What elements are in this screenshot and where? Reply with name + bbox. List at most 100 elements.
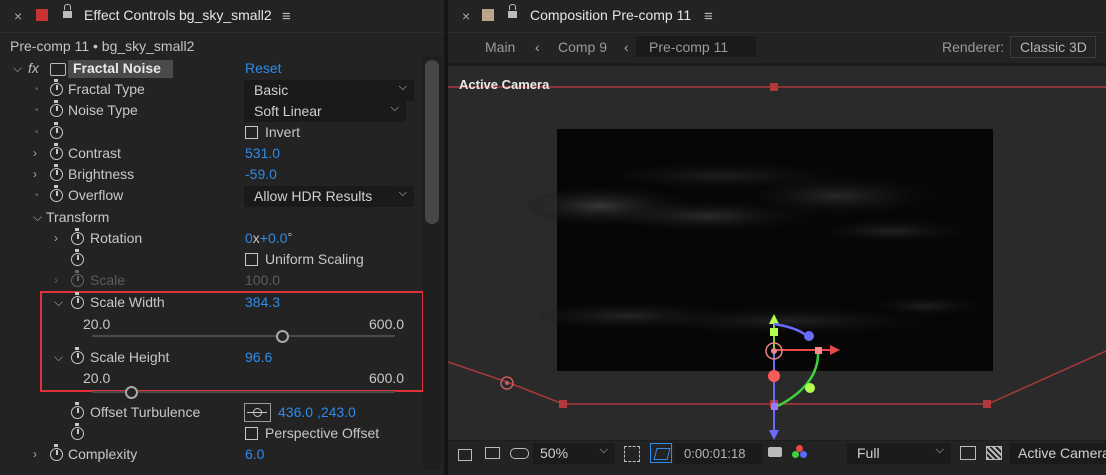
region-of-interest-icon[interactable]: [624, 446, 640, 462]
resolution-dropdown[interactable]: Full ⌵: [847, 443, 951, 464]
property-label: Scale Width: [90, 294, 165, 310]
scale-height-value[interactable]: 96.6: [245, 349, 272, 365]
property-row-scale-height: ⌵ Scale Height 96.6: [0, 347, 420, 369]
current-time-timecode[interactable]: 0:00:01:18: [684, 446, 745, 461]
label-color-swatch: [482, 9, 494, 21]
effect-controls-tab[interactable]: × Effect Controls bg_sky_small2 ≡: [0, 0, 444, 33]
color-channels-icon[interactable]: [792, 445, 808, 461]
dropdown-value: Basic: [254, 82, 289, 98]
stopwatch-icon[interactable]: [50, 185, 63, 202]
breadcrumb-main[interactable]: Main: [485, 39, 515, 55]
perspective-offset-checkbox[interactable]: [245, 427, 258, 440]
contrast-value[interactable]: 531.0: [245, 145, 280, 161]
fast-previews-icon[interactable]: [960, 446, 976, 460]
lock-icon[interactable]: [63, 4, 72, 18]
stopwatch-icon[interactable]: [50, 143, 63, 160]
stopwatch-icon[interactable]: [71, 292, 84, 309]
stopwatch-icon[interactable]: [71, 347, 84, 364]
tab-title: Composition: [530, 7, 608, 23]
scale-height-slider-knob[interactable]: [125, 386, 139, 399]
chevron-down-icon[interactable]: ⌵: [13, 61, 22, 76]
stopwatch-icon[interactable]: [71, 402, 84, 419]
dropdown-value: Soft Linear: [254, 103, 322, 119]
tree-dot: •: [35, 84, 39, 95]
chevron-right-icon[interactable]: ›: [33, 146, 37, 160]
chevron-down-icon: ⌵: [390, 102, 399, 114]
stopwatch-icon[interactable]: [50, 444, 63, 461]
brightness-value[interactable]: -59.0: [245, 166, 277, 182]
property-row-overflow: • Overflow Allow HDR Results ⌵: [0, 185, 420, 207]
rotation-value[interactable]: 0x+0.0°: [245, 230, 292, 246]
stopwatch-icon[interactable]: [71, 228, 84, 245]
reset-link[interactable]: Reset: [245, 60, 282, 76]
fx-icon[interactable]: fx: [28, 60, 39, 76]
overflow-dropdown[interactable]: Allow HDR Results ⌵: [244, 186, 414, 207]
transparency-grid-icon[interactable]: [986, 446, 1002, 460]
chevron-right-icon[interactable]: ›: [33, 447, 37, 461]
resolution-value: Full: [857, 445, 880, 461]
stopwatch-icon[interactable]: [71, 249, 84, 266]
stopwatch-icon[interactable]: [50, 164, 63, 181]
tree-dot: •: [35, 190, 39, 201]
slider-min-label: 20.0: [83, 316, 111, 332]
effect-controls-panel: × Effect Controls bg_sky_small2 ≡ Pre-co…: [0, 0, 444, 475]
stopwatch-icon[interactable]: [71, 423, 84, 440]
group-label[interactable]: Transform: [46, 209, 109, 225]
zoom-dropdown[interactable]: 50% ⌵: [533, 443, 615, 464]
view-dropdown[interactable]: Active Camera: [1010, 443, 1106, 464]
property-label: Offset Turbulence: [90, 404, 201, 420]
invert-label: Invert: [265, 124, 301, 140]
scale-width-slider-track[interactable]: [92, 335, 395, 337]
snapshot-toggle-icon[interactable]: [458, 449, 472, 461]
chevron-left-icon: ‹: [624, 39, 629, 55]
property-label: Contrast: [68, 145, 121, 161]
monitor-icon[interactable]: [485, 447, 500, 459]
chevron-left-icon: ‹: [535, 39, 540, 55]
toggle-transparency-grid-icon[interactable]: [650, 443, 672, 463]
invert-checkbox[interactable]: [245, 126, 258, 139]
close-tab-button[interactable]: ×: [14, 8, 22, 24]
breadcrumb-comp9[interactable]: Comp 9: [558, 39, 607, 55]
rotation-degrees[interactable]: +0.0: [260, 230, 288, 246]
chevron-right-icon: ›: [54, 273, 58, 287]
offset-turbulence-value[interactable]: 436.0 ,243.0: [278, 404, 356, 420]
chevron-right-icon[interactable]: ›: [33, 167, 37, 181]
slider-max-label: 600.0: [369, 316, 405, 332]
effect-name[interactable]: Fractal Noise: [73, 60, 161, 76]
label-color-swatch: [36, 9, 48, 21]
property-label: Scale: [90, 272, 126, 288]
panel-menu-icon[interactable]: ≡: [704, 8, 713, 25]
point-picker-icon[interactable]: [244, 403, 271, 422]
active-camera-label: Active Camera: [459, 77, 550, 92]
scale-width-value[interactable]: 384.3: [245, 294, 280, 310]
rotation-turns[interactable]: 0: [245, 230, 253, 246]
uniform-scaling-checkbox[interactable]: [245, 253, 258, 266]
complexity-value[interactable]: 6.0: [245, 446, 264, 462]
chevron-down-icon[interactable]: ⌵: [54, 295, 63, 310]
scrollbar-thumb[interactable]: [425, 60, 439, 224]
lock-icon[interactable]: [508, 4, 517, 18]
property-row-contrast: › Contrast 531.0: [0, 143, 420, 165]
close-tab-button[interactable]: ×: [462, 8, 470, 24]
tab-comp-name[interactable]: Pre-comp 11: [612, 7, 691, 23]
camera-snapshot-icon[interactable]: [768, 447, 782, 457]
slider-min-label: 20.0: [83, 370, 111, 386]
tree-dot: •: [35, 127, 39, 138]
fractal-type-dropdown[interactable]: Basic ⌵: [244, 80, 414, 101]
stopwatch-icon[interactable]: [50, 100, 63, 117]
chevron-down-icon[interactable]: ⌵: [33, 210, 42, 225]
panel-menu-icon[interactable]: ≡: [282, 8, 291, 25]
chevron-right-icon[interactable]: ›: [54, 231, 58, 245]
scale-width-slider-knob[interactable]: [275, 330, 289, 343]
breadcrumb-active[interactable]: Pre-comp 11: [649, 39, 728, 55]
tab-layer-name[interactable]: bg_sky_small2: [179, 7, 272, 23]
effect-presets-icon[interactable]: [50, 63, 66, 76]
composition-viewer[interactable]: Active Camera: [448, 66, 1106, 440]
stopwatch-icon[interactable]: [50, 79, 63, 96]
mask-visibility-icon[interactable]: [510, 448, 529, 459]
vertical-scrollbar[interactable]: [423, 56, 441, 470]
composition-tab[interactable]: × Composition Pre-comp 11 ≡: [448, 0, 1106, 33]
stopwatch-icon[interactable]: [50, 122, 63, 139]
chevron-down-icon[interactable]: ⌵: [54, 350, 63, 365]
noise-type-dropdown[interactable]: Soft Linear ⌵: [244, 101, 406, 122]
